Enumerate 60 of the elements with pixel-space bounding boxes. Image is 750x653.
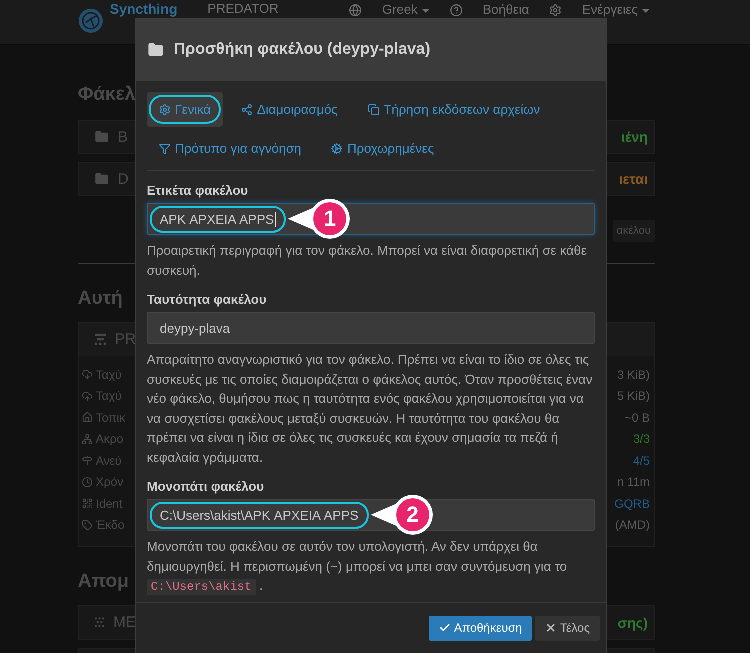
clock-icon (82, 476, 93, 488)
gear-icon (159, 104, 171, 116)
check-icon (439, 622, 452, 634)
close-icon (545, 622, 558, 634)
help-text: Προαιρετική περιγραφή για τον φάκελο. Μπορεί να είναι διαφορετική σε κάθε συσκευή. (147, 242, 588, 280)
tab[interactable]: Πρότυπο για αγνόηση (147, 131, 314, 166)
device-name: PREDATOR (208, 1, 279, 16)
field-label: Ταυτότητα φακέλου (147, 292, 268, 307)
stat-value: 3/3 (633, 432, 651, 446)
stat-value: 3 KiB) (617, 368, 651, 382)
identicon-icon (95, 615, 104, 630)
signpost-icon (82, 455, 93, 466)
tab[interactable]: Προχωρημένες (319, 131, 446, 166)
share-icon (241, 104, 254, 116)
stat-value: 5 KiB) (617, 389, 651, 404)
folder-status: ιεται (619, 171, 649, 187)
logo-icon (78, 8, 104, 34)
qr-code-icon (82, 498, 93, 510)
caret-icon[interactable] (422, 9, 430, 13)
tab[interactable]: Γενικά (147, 92, 224, 127)
brand-name[interactable]: Syncthing (110, 1, 178, 17)
tab[interactable]: Τήρηση εκδόσεων αρχείων (356, 92, 552, 127)
section-heading: Φάκελ (78, 84, 135, 106)
filter-icon (159, 142, 171, 154)
stat-value: n 11m (618, 475, 651, 490)
stat-value: ~0 B (624, 410, 651, 425)
caret-icon[interactable] (642, 9, 650, 13)
section-heading: Αυτή (78, 288, 124, 310)
copy-icon (368, 104, 380, 116)
nav-menu-item[interactable]: Greek (382, 1, 418, 17)
device-status: σης) (618, 614, 649, 630)
stat-value: (AMD) (615, 518, 651, 532)
network-icon (82, 434, 93, 445)
stat-value: GQRB (614, 496, 651, 511)
nav-menu-item[interactable]: Ενέργειες (582, 1, 638, 17)
folder-icon (148, 42, 164, 58)
cog-icon (331, 142, 344, 154)
folder-icon (95, 130, 109, 144)
input-field[interactable]: deypy-plava (147, 312, 595, 344)
close-button[interactable]: Τέλος (535, 616, 600, 640)
tag-icon (82, 520, 93, 531)
identicon-icon (95, 332, 106, 347)
help-text: Μονοπάτι του φακέλου σε αυτόν τον υπολογιστή. Αν δεν υπάρχει θα δημιουργηθεί. Η περισπωμένη (~) μπορεί να μπει σαν συντόμευση για το C:\Users\akist . (147, 538, 568, 597)
download-icon (82, 369, 93, 380)
folder-status: ιένη (621, 129, 649, 145)
tab[interactable]: Διαμοιρασμός (229, 92, 350, 127)
nav-menu-item[interactable]: Βοήθεια (482, 1, 530, 17)
help-text: Απαραίτητο αναγνωριστικό για τον φάκελο. Πρέπει να είναι το ίδιο σε όλες τις συσκευές με τις οποίες διαμοιράζεται ο φάκελος αυτός. Όταν προσθέτεις έναν νέο φάκελο, θυμήσου πως η ταυτότητα ενός φακέλου χρησιμοποιείται για να να συσχετίσει φακέλους μεταξύ συσκευών. Η ταυτότητα του φακέλου θα πρέπει να είναι η ίδια σε όλες τις συσκευές και έχουν σημασία τα πεζά ή κεφαλαία γράμματα. (147, 351, 594, 467)
dialog-title: Προσθήκη φακέλου (deypy-plava) (174, 41, 431, 59)
field-label: Μονοπάτι φακέλου (147, 479, 266, 494)
home-icon (82, 412, 93, 424)
gear-icon[interactable] (549, 4, 562, 17)
upload-icon (82, 390, 93, 402)
help-icon[interactable] (450, 4, 463, 17)
field-label: Ετικέτα φακέλου (147, 183, 250, 198)
save-button[interactable]: Αποθήκευση (429, 616, 532, 640)
folder-icon (95, 172, 109, 186)
stat-value: 4/5 (633, 454, 651, 468)
globe-icon[interactable] (349, 4, 362, 17)
section-heading: Απομ (78, 571, 130, 593)
